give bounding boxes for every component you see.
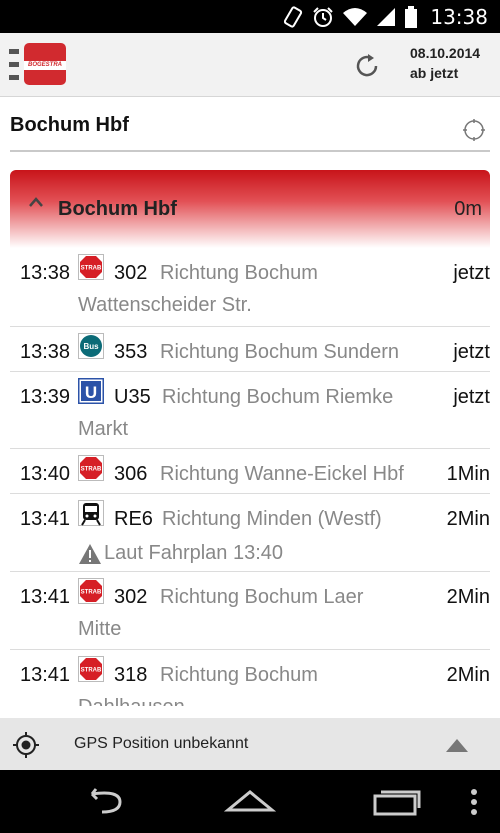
- logo-text: BOGESTRA: [27, 62, 62, 68]
- ubahn-icon: U: [78, 378, 104, 404]
- warning-icon: [79, 543, 101, 564]
- line-number: 318: [114, 664, 148, 686]
- departure-time: 13:38: [20, 262, 71, 284]
- datetime-selector[interactable]: 08.10.2014 ab jetzt: [410, 43, 496, 83]
- station-search-value[interactable]: Bochum Hbf: [10, 114, 129, 137]
- locate-icon[interactable]: [462, 118, 486, 142]
- svg-text:STRAB: STRAB: [81, 668, 102, 674]
- system-nav-bar: [0, 770, 500, 833]
- line-number: 302: [114, 586, 148, 608]
- departure-row[interactable]: 13:38 Bus 353 Richtung Bochum Sundern je…: [10, 327, 490, 372]
- departure-countdown: jetzt: [453, 341, 490, 363]
- delay-warning-text: Laut Fahrplan 13:40: [104, 542, 284, 564]
- departure-row[interactable]: 13:41 RE6 Richtung Minden (Westf) 2Min L…: [10, 494, 490, 572]
- back-icon[interactable]: [80, 788, 128, 816]
- direction: Richtung Minden (Westf): [162, 508, 382, 530]
- chevron-up-icon[interactable]: [28, 196, 44, 208]
- departure-time: 13:38: [20, 341, 71, 363]
- tram-stop-icon: STRAB: [78, 656, 104, 682]
- refresh-icon[interactable]: [352, 51, 382, 81]
- gps-status-text: GPS Position unbekannt: [74, 735, 249, 752]
- departure-row[interactable]: 13:39 U U35 Richtung Bochum Riemke Markt…: [10, 372, 490, 449]
- date-label: 08.10.2014: [410, 45, 481, 61]
- gps-status-bar[interactable]: GPS Position unbekannt: [0, 718, 500, 770]
- direction-continued: Wattenscheider Str.: [78, 294, 252, 316]
- departure-countdown: 2Min: [446, 586, 490, 608]
- drawer-toggle-icon[interactable]: [9, 49, 19, 81]
- departure-countdown: 2Min: [446, 508, 490, 530]
- expand-up-icon[interactable]: [446, 738, 468, 752]
- direction: Richtung Bochum: [160, 664, 318, 686]
- tram-stop-icon: STRAB: [78, 578, 104, 604]
- direction: Richtung Wanne-Eickel Hbf: [160, 463, 404, 485]
- line-number: 302: [114, 262, 148, 284]
- wifi-icon: [343, 7, 368, 26]
- line-number: U35: [114, 386, 151, 408]
- departure-time: 13:41: [20, 664, 71, 686]
- svg-text:U: U: [85, 383, 97, 402]
- departure-row[interactable]: 13:38 STRAB 302 Richtung Bochum Wattensc…: [10, 248, 490, 327]
- svg-text:STRAB: STRAB: [81, 467, 102, 473]
- station-search-field[interactable]: Bochum Hbf: [10, 100, 490, 152]
- screen-rotation-icon: [284, 5, 303, 28]
- tram-stop-icon: STRAB: [78, 254, 104, 280]
- departure-countdown: 2Min: [446, 664, 490, 686]
- line-number: 306: [114, 463, 148, 485]
- departure-row[interactable]: 13:41 STRAB 318 Richtung Bochum Dahlhaus…: [10, 650, 490, 706]
- departure-countdown: jetzt: [453, 262, 490, 284]
- departure-row[interactable]: 13:41 STRAB 302 Richtung Bochum Laer Mit…: [10, 572, 490, 650]
- delay-warning: Laut Fahrplan 13:40: [78, 542, 283, 565]
- station-distance: 0m: [454, 198, 482, 220]
- svg-text:STRAB: STRAB: [81, 590, 102, 596]
- direction-continued: Markt: [78, 418, 128, 440]
- gps-crosshair-icon[interactable]: [12, 731, 40, 759]
- direction: Richtung Bochum: [160, 262, 318, 284]
- overflow-menu-icon[interactable]: [468, 788, 480, 816]
- departure-row[interactable]: 13:40 STRAB 306 Richtung Wanne-Eickel Hb…: [10, 449, 490, 494]
- clock: 13:38: [430, 4, 488, 29]
- app-bar: BOGESTRA 08.10.2014 ab jetzt: [0, 33, 500, 97]
- tram-stop-icon: STRAB: [78, 455, 104, 481]
- alarm-icon: [313, 6, 334, 27]
- direction: Richtung Bochum Riemke: [162, 386, 394, 408]
- train-icon: [78, 500, 104, 526]
- line-number: RE6: [114, 508, 153, 530]
- line-number: 353: [114, 341, 148, 363]
- home-icon[interactable]: [224, 788, 276, 816]
- recents-icon[interactable]: [372, 788, 422, 816]
- status-bar: 13:38: [0, 0, 500, 33]
- time-mode-label: ab jetzt: [410, 65, 459, 81]
- signal-icon: [377, 7, 396, 26]
- departure-time: 13:40: [20, 463, 71, 485]
- departure-list[interactable]: 13:38 STRAB 302 Richtung Bochum Wattensc…: [10, 248, 490, 706]
- direction-continued: Dahlhausen: [78, 696, 185, 706]
- svg-text:STRAB: STRAB: [81, 266, 102, 272]
- direction: Richtung Bochum Sundern: [160, 341, 400, 363]
- svg-text:Bus: Bus: [83, 342, 99, 351]
- departure-countdown: 1Min: [446, 463, 490, 485]
- departure-time: 13:41: [20, 586, 71, 608]
- battery-icon: [405, 5, 418, 28]
- bus-stop-icon: Bus: [78, 333, 104, 359]
- station-header[interactable]: Bochum Hbf 0m: [10, 170, 490, 248]
- station-name: Bochum Hbf: [58, 198, 177, 220]
- direction-continued: Mitte: [78, 618, 122, 640]
- departure-countdown: jetzt: [453, 386, 490, 408]
- direction: Richtung Bochum Laer: [160, 586, 364, 608]
- departure-time: 13:39: [20, 386, 71, 408]
- departure-time: 13:41: [20, 508, 71, 530]
- app-logo[interactable]: BOGESTRA: [24, 43, 66, 85]
